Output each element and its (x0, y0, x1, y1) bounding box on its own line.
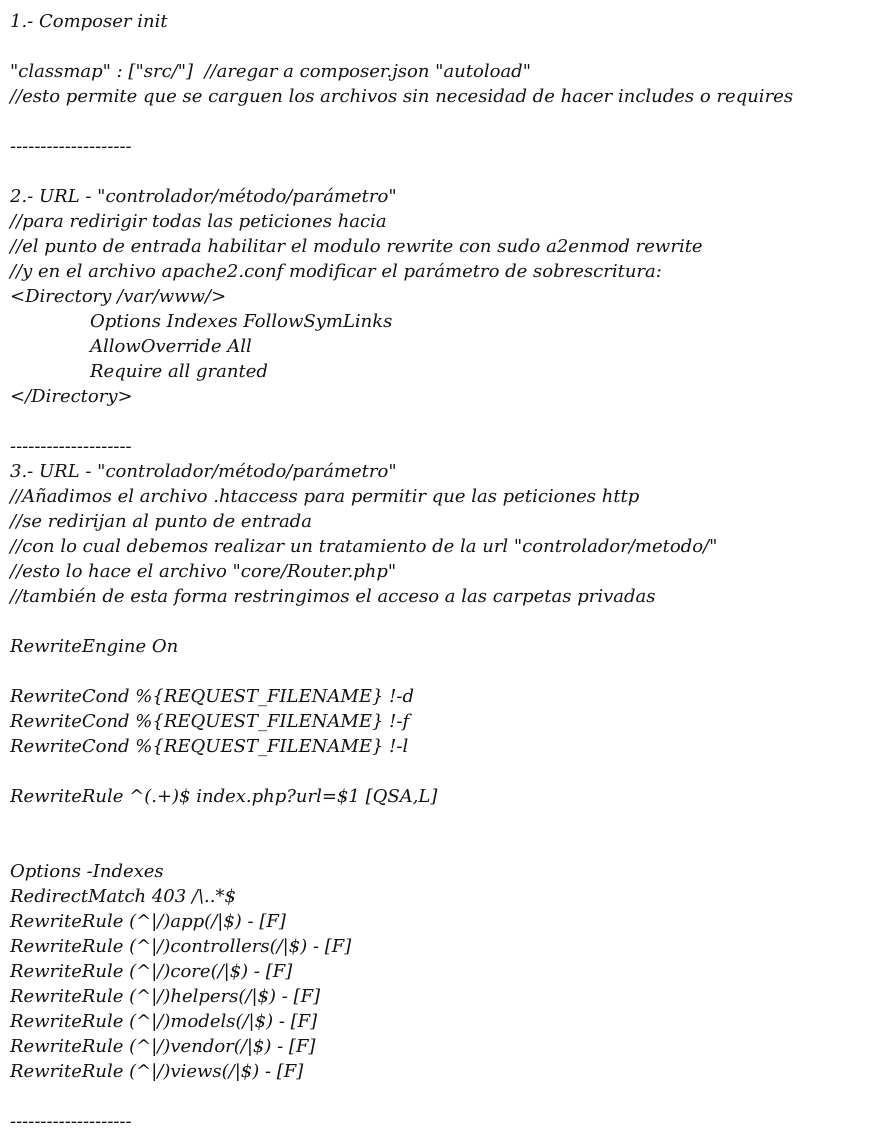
doc-line: RewriteCond %{REQUEST_FILENAME} !-f (10, 711, 410, 732)
doc-line: //Añadimos el archivo .htaccess para per… (10, 486, 640, 507)
doc-line: 1.- Composer init (10, 11, 168, 32)
doc-line: RewriteCond %{REQUEST_FILENAME} !-l (10, 736, 409, 757)
doc-line: //esto lo hace el archivo "core/Router.p… (10, 561, 397, 582)
doc-line: //con lo cual debemos realizar un tratam… (10, 536, 718, 557)
separator-line: -------------------- (10, 1111, 132, 1132)
doc-line: RewriteRule (^|/)app(/|$) - [F] (10, 911, 286, 932)
doc-line-indented: Require all granted (90, 361, 268, 382)
doc-line: //se redirijan al punto de entrada (10, 511, 312, 532)
doc-line: RewriteRule (^|/)views(/|$) - [F] (10, 1061, 304, 1082)
doc-line-indented: AllowOverride All (90, 336, 252, 357)
document-body: 1.- Composer init "classmap" : ["src/"] … (0, 0, 870, 1134)
separator-line: -------------------- (10, 136, 132, 157)
doc-line: RewriteRule (^|/)helpers(/|$) - [F] (10, 986, 321, 1007)
doc-line: RewriteRule (^|/)models(/|$) - [F] (10, 1011, 318, 1032)
doc-line: RedirectMatch 403 /\..*$ (10, 886, 236, 907)
doc-line: 3.- URL - "controlador/método/parámetro" (10, 461, 397, 482)
doc-line-indented: Options Indexes FollowSymLinks (90, 311, 393, 332)
doc-line: RewriteRule (^|/)controllers(/|$) - [F] (10, 936, 352, 957)
doc-line: RewriteRule (^|/)vendor(/|$) - [F] (10, 1036, 316, 1057)
doc-line: </Directory> (10, 386, 133, 407)
doc-line: Options -Indexes (10, 861, 164, 882)
doc-line: <Directory /var/www/> (10, 286, 227, 307)
doc-line: RewriteRule ^(.+)$ index.php?url=$1 [QSA… (10, 786, 438, 807)
doc-line: RewriteRule (^|/)core(/|$) - [F] (10, 961, 293, 982)
doc-line: "classmap" : ["src/"] //aregar a compose… (10, 61, 531, 82)
doc-line: 2.- URL - "controlador/método/parámetro" (10, 186, 397, 207)
doc-line: //esto permite que se carguen los archiv… (10, 86, 794, 107)
doc-line: //para redirigir todas las peticiones ha… (10, 211, 387, 232)
doc-line: //el punto de entrada habilitar el modul… (10, 236, 703, 257)
doc-line: //también de esta forma restringimos el … (10, 586, 656, 607)
doc-line: RewriteEngine On (10, 636, 179, 657)
separator-line: -------------------- (10, 436, 132, 457)
doc-line: RewriteCond %{REQUEST_FILENAME} !-d (10, 686, 414, 707)
doc-line: //y en el archivo apache2.conf modificar… (10, 261, 662, 282)
